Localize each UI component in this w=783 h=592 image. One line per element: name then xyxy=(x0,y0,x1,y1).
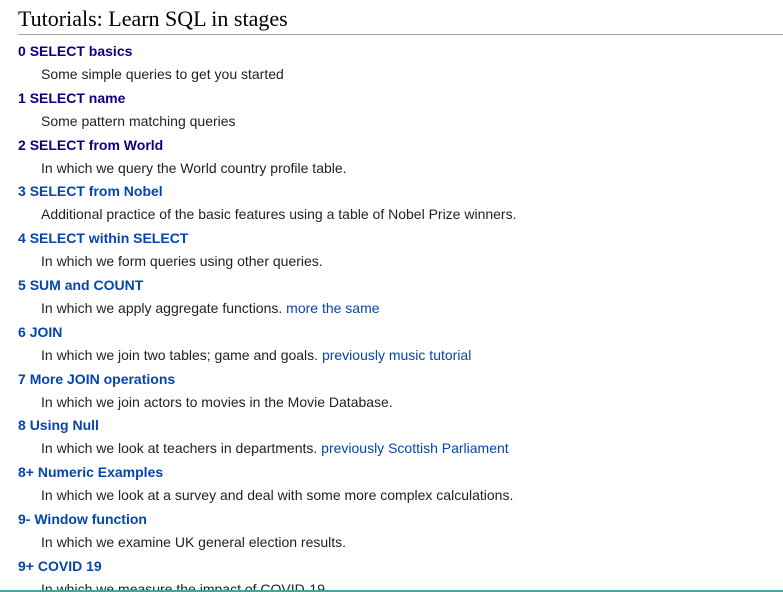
page-title: Tutorials: Learn SQL in stages xyxy=(18,5,783,35)
tutorial-list: 0 SELECT basics Some simple queries to g… xyxy=(18,40,783,592)
tutorial-link-covid-19[interactable]: 9+ COVID 19 xyxy=(18,557,102,575)
tutorial-link-select-basics[interactable]: 0 SELECT basics xyxy=(18,42,132,60)
tutorial-link-select-from-nobel[interactable]: 3 SELECT from Nobel xyxy=(18,182,163,200)
tutorial-description: In which we join actors to movies in the… xyxy=(41,393,393,410)
tutorial-description: Some simple queries to get you started xyxy=(41,66,284,82)
tutorial-link-select-name[interactable]: 1 SELECT name xyxy=(18,89,125,107)
tutorial-item: 2 SELECT from World In which we query th… xyxy=(18,134,783,181)
tutorial-item: 0 SELECT basics Some simple queries to g… xyxy=(18,40,783,87)
tutorial-description: Additional practice of the basic feature… xyxy=(41,206,517,223)
tutorial-link-sum-and-count[interactable]: 5 SUM and COUNT xyxy=(18,276,143,294)
tutorial-item: 9+ COVID 19 In which we measure the impa… xyxy=(18,555,783,592)
tutorial-description: In which we apply aggregate functions. m… xyxy=(41,299,380,316)
tutorial-description: In which we examine UK general election … xyxy=(41,533,347,550)
tutorial-item: 3 SELECT from Nobel Additional practice … xyxy=(18,180,783,227)
more-the-same-link[interactable]: more the same xyxy=(286,300,379,316)
tutorial-description: In which we look at teachers in departme… xyxy=(41,440,509,457)
previously-scottish-parliament-link[interactable]: previously Scottish Parliament xyxy=(321,440,509,456)
previously-music-tutorial-link[interactable]: previously music tutorial xyxy=(322,347,471,363)
tutorial-item: 4 SELECT within SELECT In which we form … xyxy=(18,227,783,274)
tutorial-link-more-join-operations[interactable]: 7 More JOIN operations xyxy=(18,370,175,388)
tutorial-description: In which we join two tables; game and go… xyxy=(41,346,472,363)
tutorial-link-using-null[interactable]: 8 Using Null xyxy=(18,416,99,434)
tutorial-item: 6 JOIN In which we join two tables; game… xyxy=(18,321,783,368)
tutorial-description: In which we query the World country prof… xyxy=(41,159,347,176)
tutorial-link-window-function[interactable]: 9- Window function xyxy=(18,510,147,528)
tutorial-item: 9- Window function In which we examine U… xyxy=(18,508,783,555)
tutorial-item: 8 Using Null In which we look at teacher… xyxy=(18,414,783,461)
tutorial-item: 8+ Numeric Examples In which we look at … xyxy=(18,461,783,508)
tutorial-link-numeric-examples[interactable]: 8+ Numeric Examples xyxy=(18,463,163,481)
tutorial-description: In which we look at a survey and deal wi… xyxy=(41,487,514,504)
tutorial-item: 5 SUM and COUNT In which we apply aggreg… xyxy=(18,274,783,321)
tutorial-description: In which we form queries using other que… xyxy=(41,253,323,270)
tutorial-item: 1 SELECT name Some pattern matching quer… xyxy=(18,87,783,134)
tutorial-link-select-from-world[interactable]: 2 SELECT from World xyxy=(18,136,163,154)
tutorial-description: Some pattern matching queries xyxy=(41,112,236,129)
tutorial-item: 7 More JOIN operations In which we join … xyxy=(18,368,783,415)
tutorial-link-select-within-select[interactable]: 4 SELECT within SELECT xyxy=(18,229,188,247)
tutorial-link-join[interactable]: 6 JOIN xyxy=(18,323,62,341)
